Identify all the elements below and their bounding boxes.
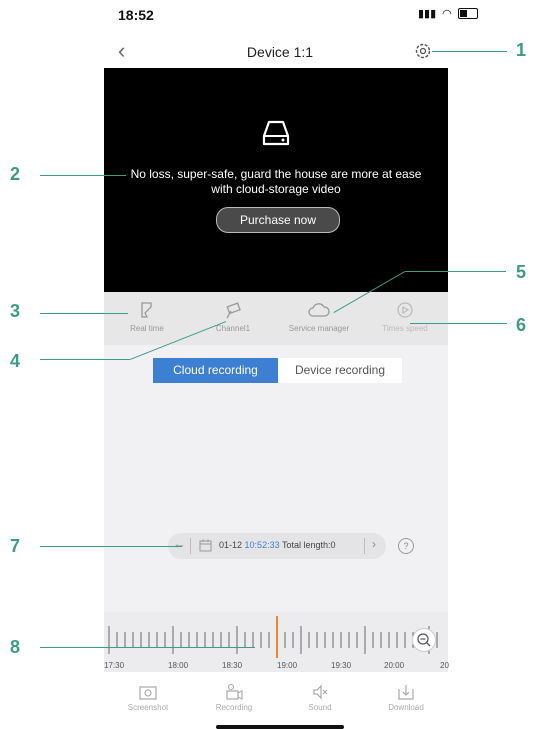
annotation-number: 7	[10, 536, 21, 556]
timeline-label: 18:00	[168, 661, 189, 670]
next-day-button[interactable]: ›	[372, 537, 376, 551]
date-readout: 01-12 10:52:33 Total length:0	[219, 540, 335, 550]
home-indicator	[216, 725, 344, 729]
annotation-line	[405, 271, 506, 272]
purchase-now-button[interactable]: Purchase now	[216, 207, 340, 233]
annotation-line	[410, 323, 507, 324]
annotation-number: 2	[10, 164, 21, 184]
back-button[interactable]: ‹	[118, 38, 125, 64]
rewind-arrow-icon	[104, 300, 190, 320]
calendar-icon[interactable]	[199, 539, 212, 557]
times-speed-button[interactable]: Times speed	[362, 292, 448, 345]
toolbar-label: Service manager	[288, 324, 350, 333]
annotation-number: 6	[516, 315, 527, 335]
download-icon	[371, 683, 441, 703]
tab-device-recording[interactable]: Device recording	[278, 358, 402, 383]
toolbar-label: Channel1	[215, 324, 251, 333]
annotation-line	[40, 313, 128, 314]
message-line-2: with cloud-storage video	[211, 182, 341, 196]
settings-gear-icon[interactable]	[413, 41, 433, 66]
real-time-button[interactable]: Real time	[104, 292, 190, 345]
toolbar-label: Times speed	[382, 324, 428, 333]
message-line-1: No loss, super-safe, guard the house are…	[130, 167, 422, 181]
annotation-number: 4	[10, 351, 21, 371]
speaker-muted-icon	[285, 683, 355, 703]
screenshot-button[interactable]: Screenshot	[113, 683, 183, 712]
timeline-label: 17:30	[104, 661, 125, 670]
annotation-line	[40, 546, 182, 547]
total-length: Total length:0	[281, 540, 336, 550]
status-time: 18:52	[118, 7, 154, 23]
annotation-line	[40, 175, 126, 176]
playback-toolbar: Real time Channel1 Service manager Times…	[104, 292, 448, 345]
help-icon[interactable]: ?	[398, 538, 414, 554]
action-label: Recording	[215, 703, 253, 712]
download-button[interactable]: Download	[371, 683, 441, 712]
timeline-label: 19:30	[331, 661, 352, 670]
previous-day-button[interactable]: ←	[173, 536, 186, 551]
recording-button[interactable]: Recording	[199, 683, 269, 712]
annotation-line	[40, 647, 255, 648]
annotation-number: 1	[516, 40, 527, 60]
zoom-out-button[interactable]	[412, 628, 436, 652]
action-label: Sound	[308, 703, 332, 712]
annotation-number: 3	[10, 301, 21, 321]
cloud-storage-message: No loss, super-safe, guard the house are…	[104, 167, 448, 197]
cloud-storage-icon	[259, 118, 293, 153]
battery-icon	[457, 8, 478, 19]
wifi-icon: ◠	[442, 8, 452, 20]
service-manager-button[interactable]: Service manager	[276, 292, 362, 345]
action-label: Download	[388, 703, 424, 712]
action-label: Screenshot	[127, 703, 169, 712]
signal-icon: ▮▮▮	[418, 8, 437, 20]
sound-button[interactable]: Sound	[285, 683, 355, 712]
channel-button[interactable]: Channel1	[190, 292, 276, 345]
annotation-line	[432, 51, 507, 52]
annotation-number: 5	[516, 262, 527, 282]
page-title: Device 1:1	[246, 44, 314, 60]
divider	[364, 538, 365, 554]
toolbar-label: Real time	[130, 324, 164, 333]
date-value: 01-12	[219, 540, 243, 550]
speed-play-icon	[362, 300, 448, 320]
annotation-number: 8	[10, 637, 21, 657]
annotation-line	[40, 359, 130, 360]
timeline-label: 20	[440, 661, 449, 670]
video-recorder-icon	[199, 683, 269, 703]
camera-icon	[190, 300, 276, 320]
divider	[190, 538, 191, 554]
time-value: 10:52:33	[244, 540, 280, 550]
camera-icon	[113, 683, 183, 703]
timeline-label: 18:30	[222, 661, 243, 670]
status-icons: ▮▮▮ ◠	[418, 7, 478, 20]
timeline-label: 20:00	[384, 661, 405, 670]
timeline-label: 19:00	[277, 661, 298, 670]
tab-cloud-recording[interactable]: Cloud recording	[153, 358, 278, 383]
recording-panel	[104, 345, 448, 612]
